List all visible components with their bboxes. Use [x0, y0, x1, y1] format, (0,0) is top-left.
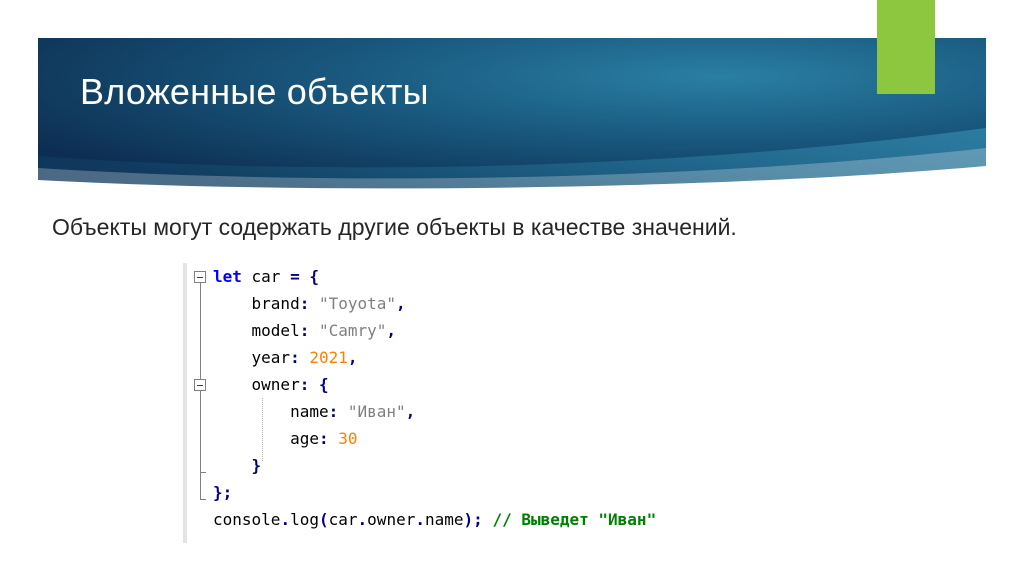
- code-token: :: [328, 402, 339, 421]
- code-token: "Иван": [347, 402, 406, 421]
- code-line: let car = {: [213, 263, 656, 290]
- code-token: 30: [338, 429, 358, 448]
- code-token: model: [213, 321, 300, 340]
- code-line: year: 2021,: [213, 344, 656, 371]
- code-token: }: [213, 483, 223, 502]
- code-token: ): [463, 510, 474, 529]
- code-token: "Camry": [318, 321, 387, 340]
- code-token: :: [299, 294, 310, 313]
- code-line: };: [213, 479, 656, 506]
- code-token: // Выведет "Иван": [492, 510, 657, 529]
- code-token: age: [213, 429, 319, 448]
- code-token: :: [290, 348, 300, 367]
- code-token: "Toyota": [318, 294, 397, 313]
- code-token: {: [309, 267, 319, 286]
- code-token: console: [213, 510, 281, 529]
- code-token: ,: [386, 321, 397, 340]
- code-token: brand: [213, 294, 300, 313]
- code-token: name: [213, 402, 329, 421]
- fold-end: [200, 472, 206, 473]
- code-token: ;: [473, 510, 483, 529]
- fold-toggle-icon[interactable]: [194, 271, 206, 283]
- code-line: name: "Иван",: [213, 398, 656, 425]
- code-token: ;: [222, 483, 233, 502]
- code-token: =: [290, 267, 300, 286]
- code-token: 2021: [309, 348, 348, 367]
- code-token: :: [299, 321, 310, 340]
- slide-subtitle: Объекты могут содержать другие объекты в…: [52, 214, 737, 240]
- code-token: .: [415, 510, 425, 529]
- code-token: (: [318, 510, 329, 529]
- code-token: :: [318, 429, 329, 448]
- code-token: {: [318, 375, 329, 394]
- code-token: ,: [396, 294, 406, 313]
- code-line: console.log(car.owner.name); // Выведет …: [213, 506, 656, 533]
- code-token: log: [290, 510, 319, 529]
- code-snippet: let car = { brand: "Toyota", model: "Cam…: [183, 263, 773, 543]
- code-line: brand: "Toyota",: [213, 290, 656, 317]
- code-token: owner: [367, 510, 416, 529]
- code-token: .: [357, 510, 368, 529]
- code-token: ,: [347, 348, 358, 367]
- code-token: year: [213, 348, 291, 367]
- code-line: }: [213, 452, 656, 479]
- code-token: ,: [405, 402, 416, 421]
- code-token: :: [299, 375, 310, 394]
- code-line: owner: {: [213, 371, 656, 398]
- fold-line: [200, 283, 201, 499]
- code-line: model: "Camry",: [213, 317, 656, 344]
- code-token: }: [251, 456, 262, 475]
- code-token: name: [424, 510, 464, 529]
- code-token: owner: [213, 375, 300, 394]
- code-token: .: [280, 510, 291, 529]
- line-gutter: [183, 263, 187, 543]
- code-line: age: 30: [213, 425, 656, 452]
- code-text: let car = { brand: "Toyota", model: "Cam…: [213, 263, 656, 533]
- fold-end: [200, 499, 206, 500]
- slide-title: Вложенные объекты: [80, 71, 429, 112]
- fold-toggle-icon[interactable]: [194, 379, 206, 391]
- code-token: let: [213, 267, 242, 286]
- code-token: car: [328, 510, 358, 529]
- code-token: car: [241, 267, 291, 286]
- green-accent-bar: [877, 0, 935, 94]
